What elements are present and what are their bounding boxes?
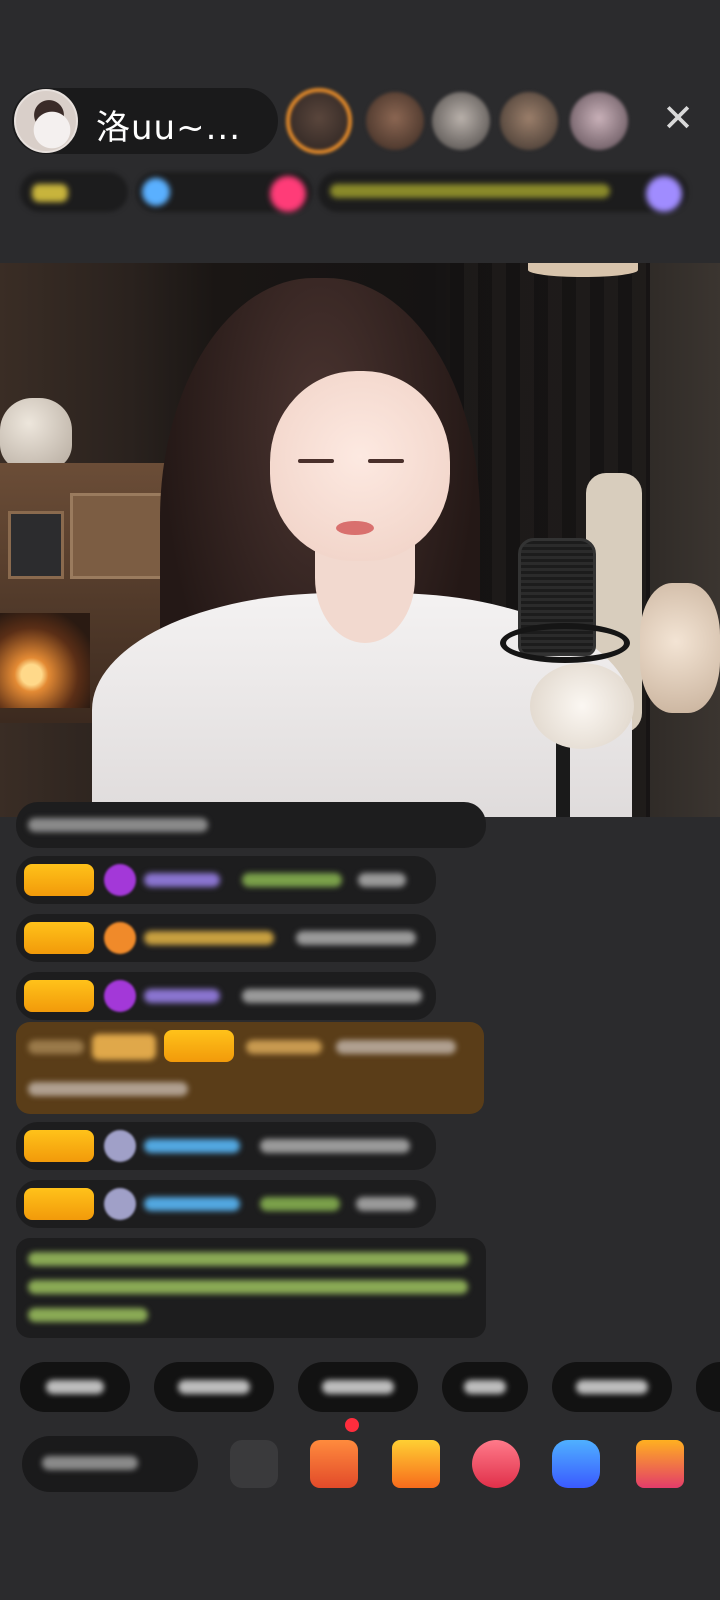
chat-message[interactable] (16, 1180, 436, 1228)
rank-icon (32, 184, 68, 202)
quick-reply-chip[interactable] (552, 1362, 672, 1412)
notification-dot (345, 1418, 359, 1432)
fireplace-glow (0, 613, 90, 708)
fan-level-badge[interactable] (24, 1130, 94, 1162)
chat-username[interactable] (144, 1139, 240, 1153)
chat-input-placeholder (42, 1456, 138, 1470)
chat-input[interactable] (22, 1436, 198, 1492)
chat-message[interactable] (16, 1122, 436, 1170)
game-controller-icon[interactable] (552, 1440, 600, 1488)
quick-reply-row (0, 1362, 720, 1418)
close-icon[interactable]: ✕ (660, 99, 696, 137)
fan-level-badge[interactable] (24, 864, 94, 896)
streamer-eye-right (368, 459, 404, 463)
quick-reply-chip[interactable] (20, 1362, 130, 1412)
streamer-lips (336, 521, 374, 535)
heart-icon[interactable] (472, 1440, 520, 1488)
viewer-avatar-2[interactable] (366, 92, 424, 150)
popularity-icon (142, 178, 170, 206)
cabinet-panel (8, 511, 64, 579)
fan-level-badge[interactable] (24, 980, 94, 1012)
emoji-icon[interactable] (230, 1440, 278, 1488)
level-icon (104, 922, 136, 954)
bottom-action-bar (0, 1430, 720, 1510)
diamond-icon (104, 980, 136, 1012)
live-video-stream[interactable] (0, 263, 720, 817)
chat-message[interactable] (16, 972, 436, 1020)
quick-reply-chip[interactable] (154, 1362, 274, 1412)
quick-reply-chip[interactable] (298, 1362, 418, 1412)
chat-username[interactable] (246, 1040, 322, 1054)
chat-username[interactable] (144, 1197, 240, 1211)
host-name: 洛uu~... (96, 108, 242, 148)
vip-gift-icon[interactable] (392, 1440, 440, 1488)
gift-box-icon[interactable] (310, 1440, 358, 1488)
hot-icon (270, 176, 306, 212)
chat-username[interactable] (144, 873, 220, 887)
system-notice-message[interactable] (16, 1238, 486, 1338)
highlighted-chat-message[interactable] (16, 1022, 484, 1114)
quick-reply-chip[interactable] (696, 1362, 720, 1412)
diamond-icon (104, 864, 136, 896)
viewer-avatar-3[interactable] (432, 92, 490, 150)
room-info-bar (0, 172, 720, 220)
level-icon (104, 1188, 136, 1220)
live-room-header: 洛uu~... ✕ (0, 80, 720, 160)
viewer-avatar-5[interactable] (570, 92, 628, 150)
viewer-avatar-1[interactable] (286, 88, 352, 154)
chat-message[interactable] (16, 856, 436, 904)
viewer-avatar-4[interactable] (500, 92, 558, 150)
announcement-text (330, 184, 610, 198)
quick-reply-chip[interactable] (442, 1362, 528, 1412)
cabinet-drawer (70, 493, 166, 579)
chat-username[interactable] (144, 989, 220, 1003)
level-icon (104, 1130, 136, 1162)
ceiling-lamp (528, 263, 638, 277)
fan-level-badge[interactable] (24, 922, 94, 954)
chat-username[interactable] (144, 931, 274, 945)
chat-message[interactable] (16, 914, 436, 962)
host-info-pill[interactable]: 洛uu~... (12, 88, 278, 154)
ribbon-bow (530, 663, 634, 749)
flower-decoration (640, 583, 720, 713)
vase (0, 398, 72, 470)
fan-level-badge[interactable] (24, 1188, 94, 1220)
more-gifts-icon[interactable] (636, 1440, 684, 1488)
fan-club-icon (646, 176, 682, 212)
host-avatar[interactable] (14, 89, 78, 153)
microphone-shock-mount (500, 623, 630, 663)
chat-message[interactable] (16, 802, 486, 848)
streamer-eye-left (298, 459, 334, 463)
fan-level-badge[interactable] (164, 1030, 234, 1062)
